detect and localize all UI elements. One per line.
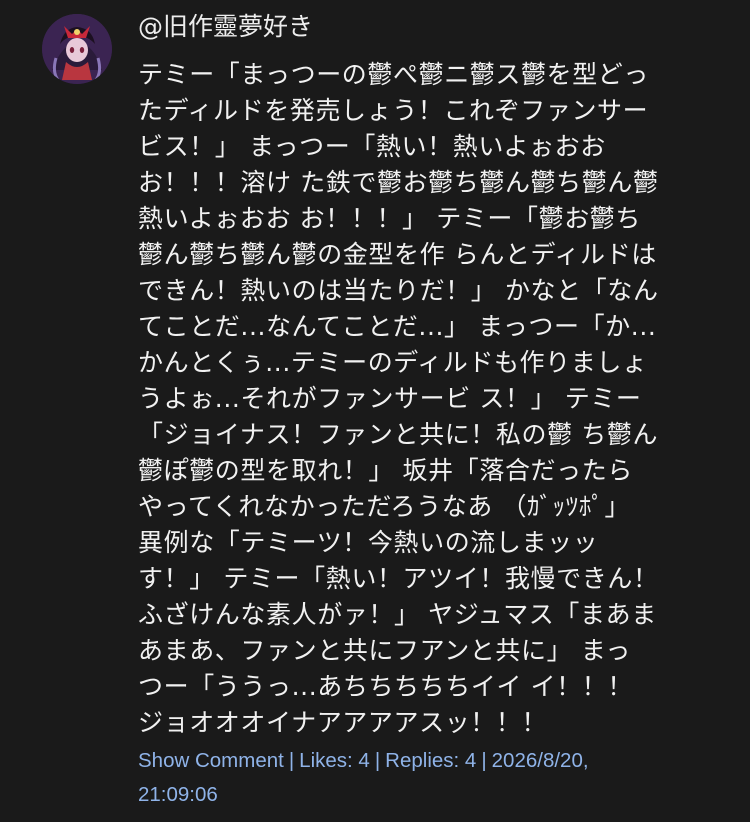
- comment-meta-row: 21:09:06: [138, 778, 658, 812]
- comment-date: 2026/8/20,: [491, 749, 589, 772]
- comment-line: 鬱ん鬱ち鬱ん鬱の金型を作 らんとディルドは: [138, 240, 657, 269]
- comment-line: つー「ううっ...あちちちちちイイ イ！！！: [138, 672, 633, 701]
- reimu-avatar-icon: [42, 14, 112, 84]
- comment-line: やってくれなかっただろうなあ （ｶﾞｯﾂﾎﾟ」: [138, 492, 631, 521]
- comment-meta-row: Show Comment | Likes: 4 | Replies: 4 | 2026/8/…: [138, 744, 658, 778]
- comment-line: できん！熱いのは当たりだ！」 かなと「なん: [138, 276, 659, 305]
- comment-line: ビス！」 まっつー「熱い！熱いよぉおお: [138, 132, 606, 161]
- comment-card: @旧作靈夢好き テミー「まっつーの鬱ぺ鬱ニ鬱ス鬱を型どっ たディルドを発売しょう…: [0, 0, 750, 822]
- comment-meta: Show Comment | Likes: 4 | Replies: 4 | 2026/8/…: [138, 744, 658, 812]
- comment-line: ふざけんな素人がァ！」 ヤジュマス「まあま: [138, 600, 657, 629]
- comment-line: うよぉ...それがファンサービ ス！」 テミー: [138, 384, 642, 413]
- likes-count[interactable]: Likes: 4: [299, 749, 370, 772]
- replies-count[interactable]: Replies: 4: [385, 749, 476, 772]
- comment-line: 「ジョイナス！ファンと共に！私の鬱 ち鬱ん: [138, 420, 659, 449]
- comment-line: あまあ、ファンと共にフアンと共に」 まっ: [138, 636, 631, 665]
- meta-separator: |: [481, 749, 487, 772]
- comment-line: ジョオオオイナアアアアスッ！！！: [138, 708, 548, 737]
- avatar[interactable]: [42, 14, 112, 84]
- comment-time: 21:09:06: [138, 783, 218, 806]
- comment-line: てことだ...なんてことだ...」 まっつー「か...: [138, 312, 657, 341]
- comment-line: テミー「まっつーの鬱ぺ鬱ニ鬱ス鬱を型どっ: [138, 60, 650, 89]
- comment-line: かんとくぅ...テミーのディルドも作りましょ: [138, 348, 648, 377]
- meta-separator: |: [374, 749, 381, 772]
- comment-line: 鬱ぽ鬱の型を取れ！」 坂井「落合だったら: [138, 456, 633, 485]
- comment-line: 熱いよぉおお お！！！」 テミー「鬱お鬱ち: [138, 204, 641, 233]
- comment-line: す！」 テミー「熱い！アツイ！我慢できん！: [138, 564, 659, 593]
- comment-body: テミー「まっつーの鬱ぺ鬱ニ鬱ス鬱を型どっ たディルドを発売しょう！これぞファンサ…: [138, 57, 710, 741]
- meta-separator: |: [288, 749, 295, 772]
- show-comment-link[interactable]: Show Comment: [138, 749, 284, 772]
- comment-line: 異例な「テミーツ！今熱いの流しまッッ: [138, 528, 599, 557]
- comment-line: たディルドを発売しょう！これぞファンサー: [138, 96, 649, 125]
- comment-author[interactable]: @旧作靈夢好き: [138, 10, 313, 44]
- comment-line: お！！！溶け た鉄で鬱お鬱ち鬱ん鬱ち鬱ん鬱: [138, 168, 659, 197]
